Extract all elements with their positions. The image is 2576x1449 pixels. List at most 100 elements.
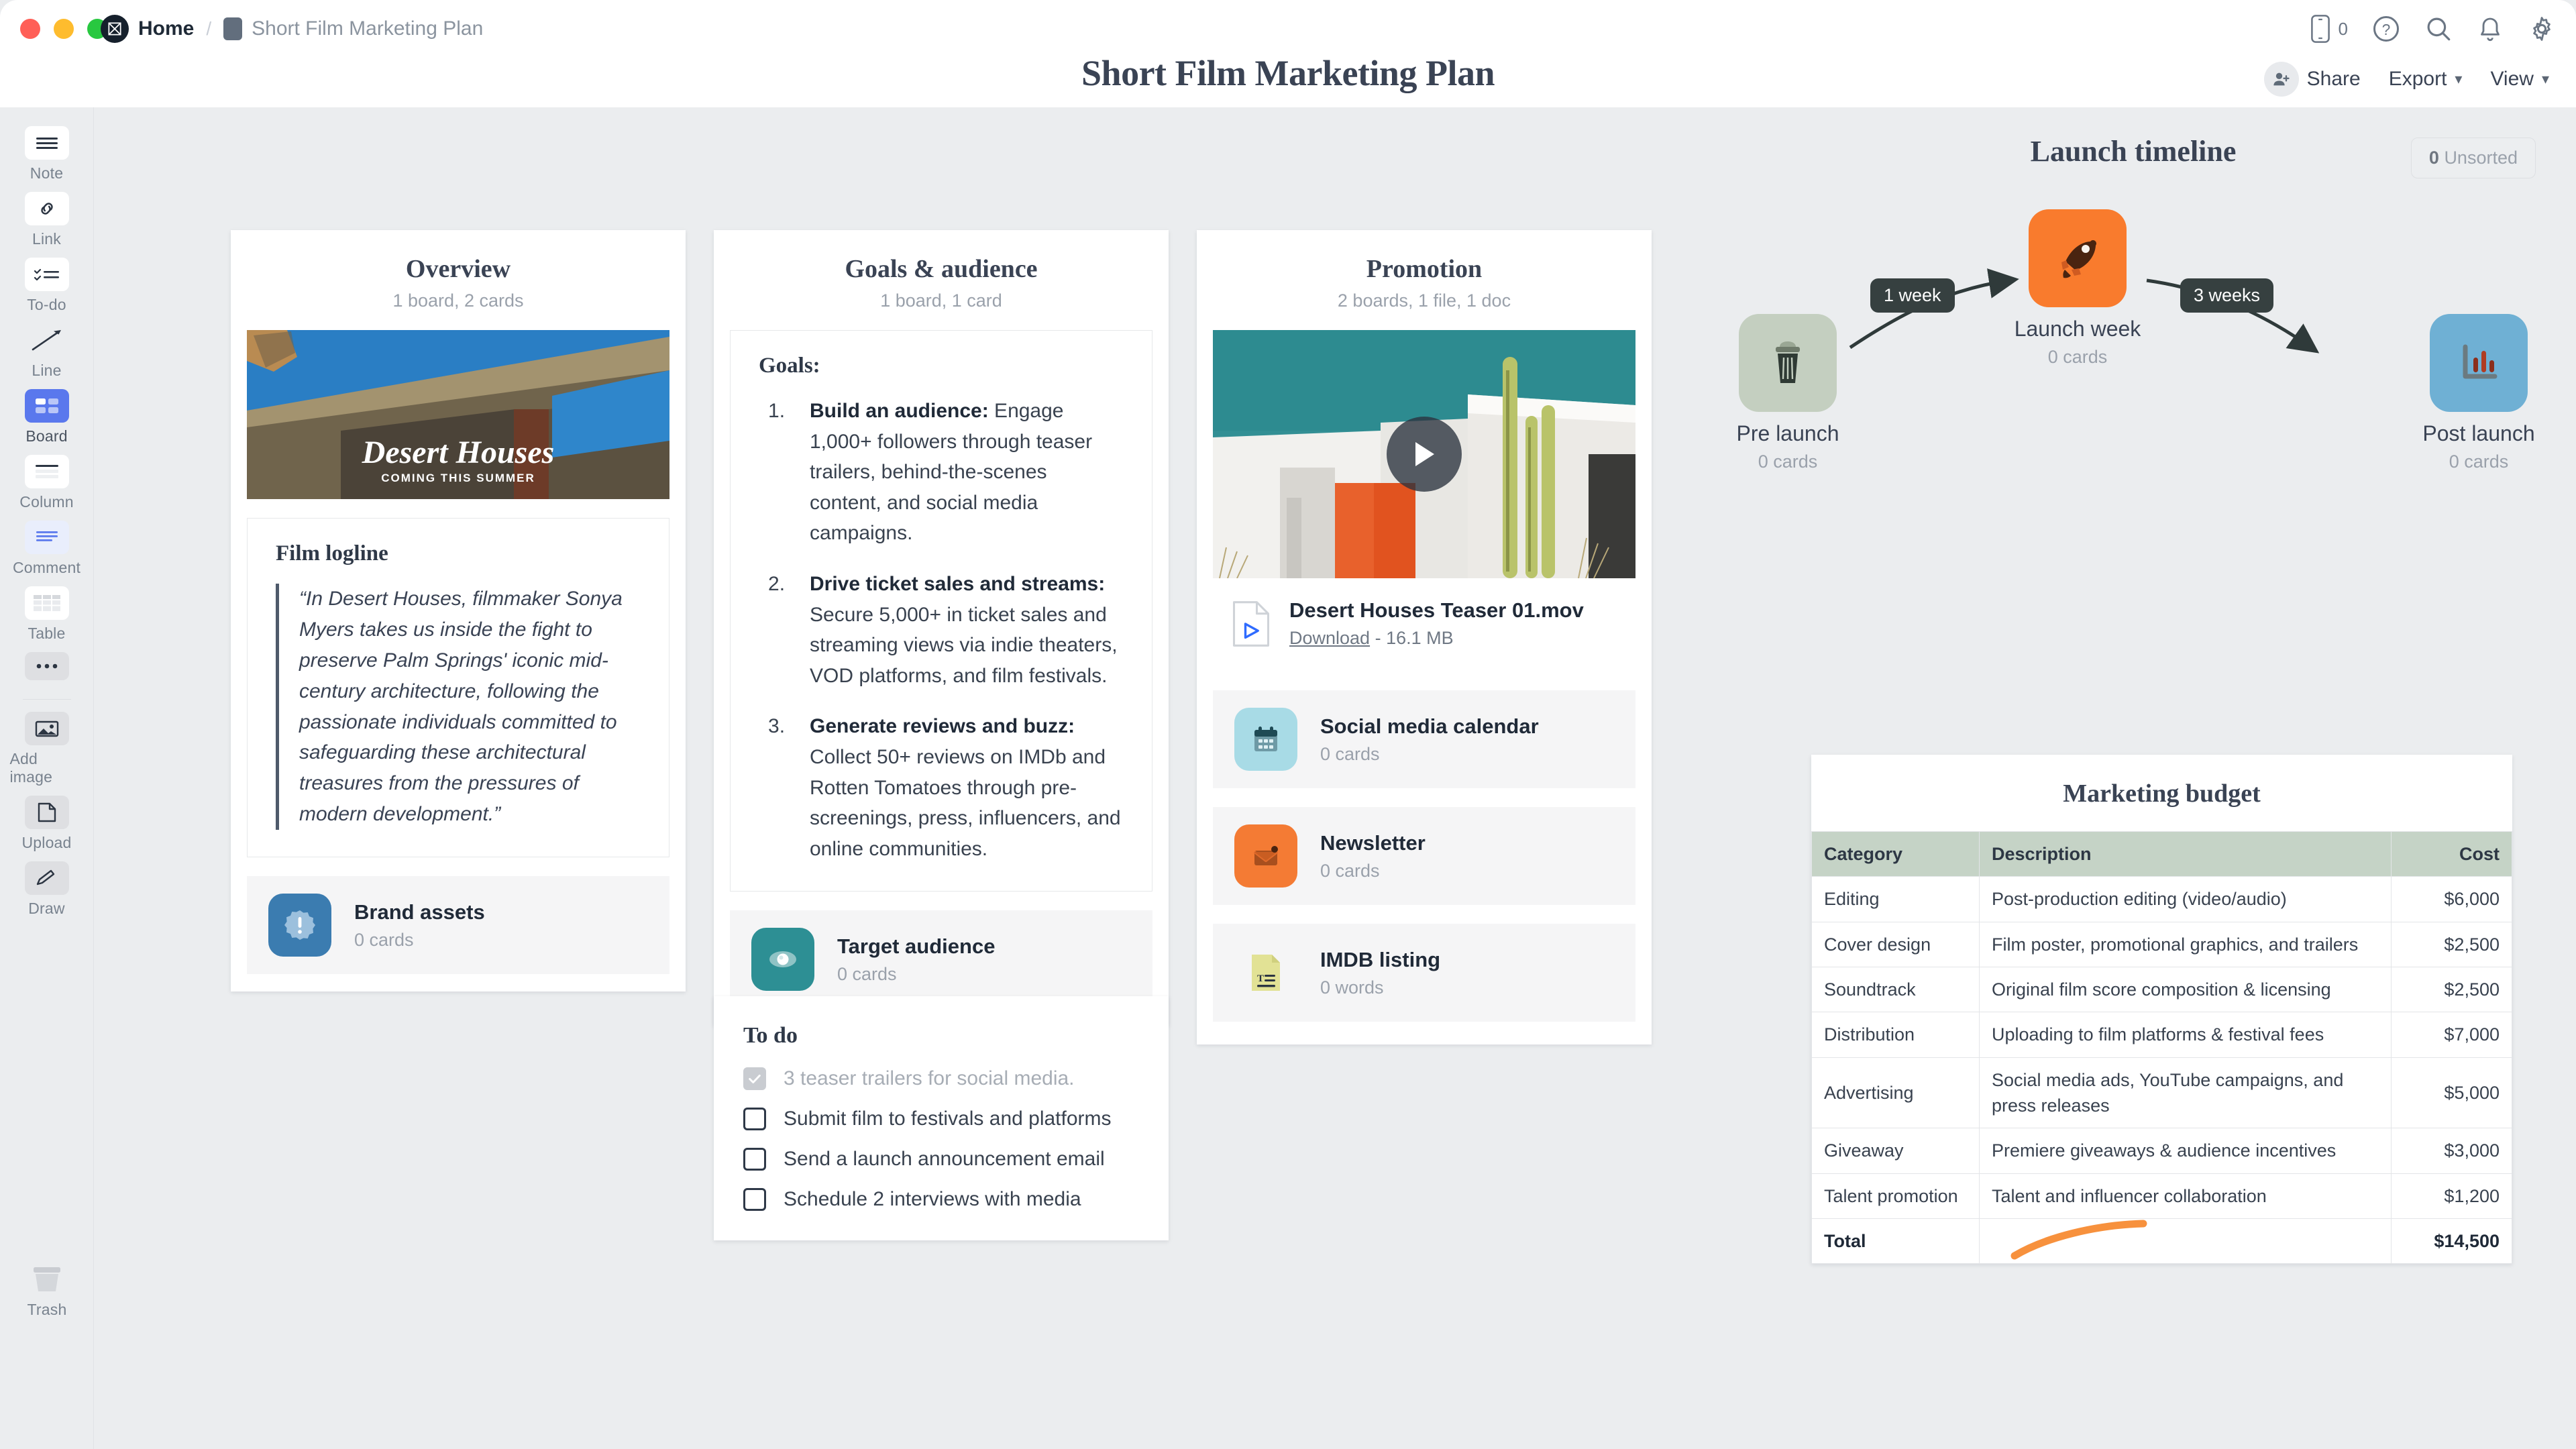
column-promotion[interactable]: Promotion 2 boards, 1 file, 1 doc Desert…	[1197, 230, 1652, 1044]
todo-label: 3 teaser trailers for social media.	[784, 1067, 1075, 1089]
todo-heading: To do	[743, 1023, 798, 1048]
title-bar: Home / Short Film Marketing Plan 0 ? Sho…	[0, 0, 2576, 107]
checkbox-checked[interactable]	[743, 1067, 766, 1090]
export-button[interactable]: Export ▾	[2389, 68, 2463, 91]
play-button[interactable]	[1387, 417, 1462, 492]
app-logo-icon[interactable]	[101, 15, 129, 43]
board-item-imdb-listing[interactable]: T IMDB listing 0 words	[1213, 924, 1635, 1022]
video-card[interactable]: Desert Houses Teaser 01.mov Download - 1…	[1213, 330, 1635, 672]
window-controls[interactable]	[20, 19, 107, 39]
goal-item: Generate reviews and buzz: Collect 50+ r…	[759, 711, 1124, 864]
todo-item[interactable]: Schedule 2 interviews with media	[743, 1188, 1139, 1211]
table-row: Cover design Film poster, promotional gr…	[1811, 921, 2512, 967]
todo-item[interactable]: Submit film to festivals and platforms	[743, 1108, 1139, 1130]
view-button[interactable]: View ▾	[2490, 68, 2549, 91]
column-overview[interactable]: Overview 1 board, 2 cards Desert Houses …	[231, 230, 686, 992]
svg-text:?: ?	[2382, 21, 2391, 38]
export-label: Export	[2388, 68, 2447, 90]
table-row: Editing Post-production editing (video/a…	[1811, 876, 2512, 922]
checkbox-unchecked[interactable]	[743, 1108, 766, 1130]
board-item-brand-assets[interactable]: Brand assets 0 cards	[247, 876, 669, 975]
timeline-node-name: Launch week	[2014, 317, 2141, 341]
sidebar-item-table[interactable]: Table	[10, 586, 84, 643]
board-item-count: 0 cards	[1320, 860, 1380, 881]
cell-category: Soundtrack	[1811, 966, 1980, 1013]
board-item-newsletter[interactable]: Newsletter 0 cards	[1213, 807, 1635, 905]
todo-icon	[24, 258, 69, 291]
goal-item: Build an audience: Engage 1,000+ followe…	[759, 396, 1124, 549]
poster-image[interactable]: Desert Houses COMING THIS SUMMER	[247, 330, 669, 499]
sidebar-item-note[interactable]: Note	[10, 126, 84, 182]
search-icon[interactable]	[2424, 15, 2453, 43]
timeline-node-launch-week[interactable]: Launch week 0 cards	[1994, 209, 2161, 368]
goals-note[interactable]: Goals: Build an audience: Engage 1,000+ …	[730, 330, 1152, 892]
checkbox-unchecked[interactable]	[743, 1188, 766, 1211]
timeline-node-pre-launch[interactable]: Pre launch 0 cards	[1704, 314, 1872, 472]
sidebar-item-draw[interactable]: Draw	[10, 861, 84, 918]
download-link[interactable]: Download	[1289, 628, 1370, 648]
svg-text:Desert Houses: Desert Houses	[362, 435, 555, 470]
board-item-target-audience[interactable]: Target audience 0 cards	[730, 910, 1152, 1009]
timeline-edge-label-1: 1 week	[1870, 278, 1955, 313]
column-header: Promotion 2 boards, 1 file, 1 doc	[1197, 230, 1652, 311]
orange-underline-annotation	[2010, 1220, 2147, 1260]
film-logline-note[interactable]: Film logline “In Desert Houses, filmmake…	[247, 518, 669, 858]
mobile-icon[interactable]: 0	[2309, 15, 2348, 43]
board-item-name: Brand assets	[354, 900, 485, 924]
todo-item[interactable]: 3 teaser trailers for social media.	[743, 1067, 1139, 1090]
timeline-node-name: Pre launch	[1736, 421, 1839, 445]
board-canvas: 0 Unsorted Overview 1 board, 2 cards Des…	[94, 107, 2576, 1449]
sidebar-label: Board	[25, 427, 68, 445]
todo-card[interactable]: To do 3 teaser trailers for social media…	[714, 996, 1169, 1240]
column-header-description: Description	[1979, 830, 2392, 877]
sidebar-label: Add image	[9, 750, 53, 786]
sidebar-item-line[interactable]: Line	[10, 323, 84, 380]
sidebar-item-upload[interactable]: Upload	[10, 796, 84, 852]
sidebar-item-more[interactable]	[10, 652, 84, 680]
sidebar-item-board[interactable]: Board	[10, 389, 84, 445]
column-subtitle: 1 board, 1 card	[880, 290, 1002, 311]
minimize-window-button[interactable]	[54, 19, 74, 39]
marketing-budget-card[interactable]: Marketing budget Category Description Co…	[1811, 755, 2512, 1265]
mobile-count: 0	[2338, 18, 2348, 39]
cell-cost: $3,000	[2391, 1128, 2512, 1174]
svg-text:COMING THIS SUMMER: COMING THIS SUMMER	[381, 472, 535, 484]
breadcrumb-document-name[interactable]: Short Film Marketing Plan	[252, 17, 483, 40]
file-row[interactable]: Desert Houses Teaser 01.mov Download - 1…	[1213, 578, 1635, 672]
upload-icon	[24, 796, 69, 829]
sidebar-item-todo[interactable]: To-do	[10, 258, 84, 314]
cell-description: Social media ads, YouTube campaigns, and…	[1979, 1057, 2392, 1129]
draw-icon	[24, 861, 69, 895]
checkbox-unchecked[interactable]	[743, 1148, 766, 1171]
board-item-social-media-calendar[interactable]: Social media calendar 0 cards	[1213, 690, 1635, 788]
envelope-icon	[1234, 824, 1297, 888]
breadcrumb-home-link[interactable]: Home	[138, 17, 194, 40]
sidebar-item-add-image[interactable]: Add image	[10, 712, 84, 786]
share-button[interactable]: Share	[2263, 62, 2361, 97]
logline-quote: “In Desert Houses, filmmaker Sonya Myers…	[276, 584, 641, 830]
notifications-icon[interactable]	[2477, 15, 2504, 43]
sidebar-item-trash[interactable]: Trash	[10, 1263, 84, 1319]
sidebar-label: Comment	[12, 559, 81, 576]
cell-cost: $2,500	[2391, 966, 2512, 1013]
cell-category: Talent promotion	[1811, 1173, 1980, 1219]
file-meta: Download - 16.1 MB	[1289, 628, 1584, 649]
todo-item[interactable]: Send a launch announcement email	[743, 1148, 1139, 1171]
close-window-button[interactable]	[20, 19, 40, 39]
table-row: Distribution Uploading to film platforms…	[1811, 1012, 2512, 1058]
table-row: Advertising Social media ads, YouTube ca…	[1811, 1057, 2512, 1129]
column-goals[interactable]: Goals & audience 1 board, 1 card Goals: …	[714, 230, 1169, 1026]
board-item-name: Newsletter	[1320, 830, 1426, 855]
timeline-node-count: 0 cards	[2449, 451, 2509, 472]
sidebar-item-column[interactable]: Column	[10, 455, 84, 511]
settings-icon[interactable]	[2528, 15, 2556, 43]
timeline-node-post-launch[interactable]: Post launch 0 cards	[2395, 314, 2563, 472]
table-row: Giveaway Premiere giveaways & audience i…	[1811, 1128, 2512, 1174]
sidebar-item-link[interactable]: Link	[10, 192, 84, 248]
help-icon[interactable]: ?	[2372, 15, 2400, 43]
cell-cost: $7,000	[2391, 1012, 2512, 1058]
trash-icon	[25, 1263, 69, 1296]
sidebar-item-comment[interactable]: Comment	[10, 521, 84, 577]
sidebar-label: Upload	[21, 834, 72, 851]
timeline-node-count: 0 cards	[2047, 347, 2108, 367]
